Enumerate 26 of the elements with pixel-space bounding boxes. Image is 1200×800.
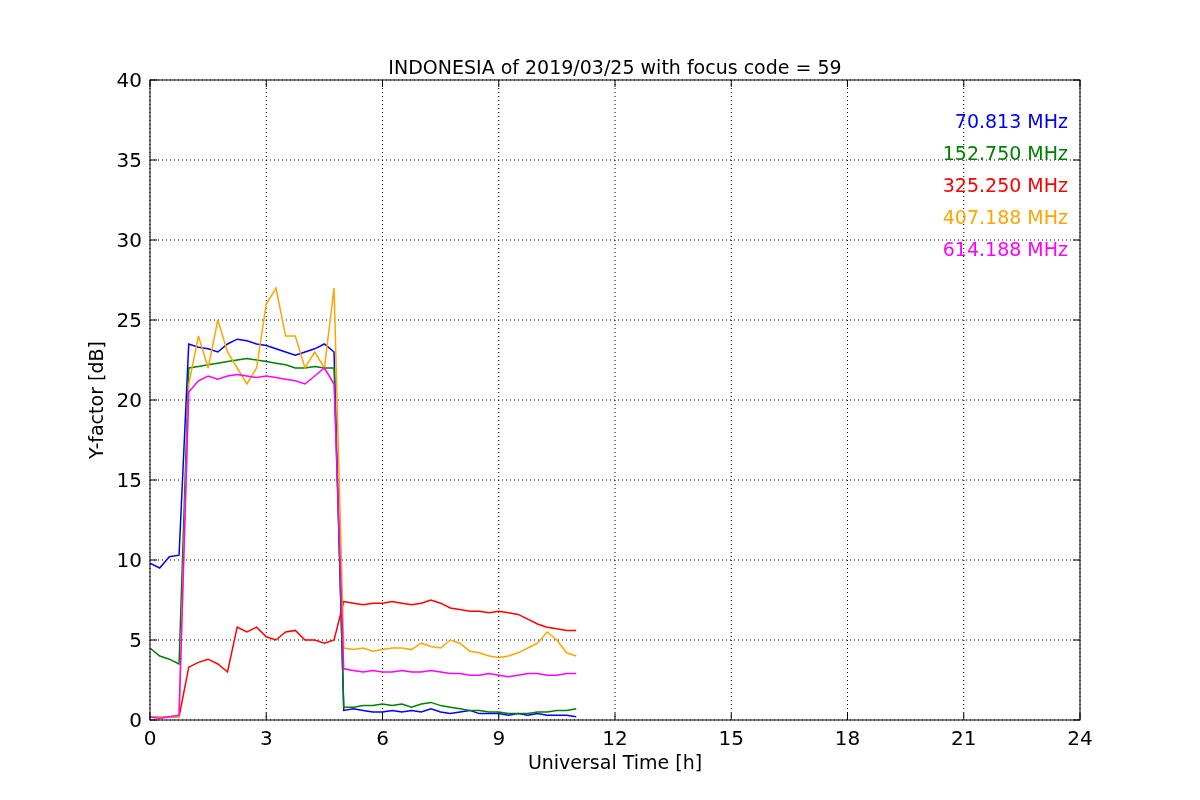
x-tick-label: 3 bbox=[259, 726, 273, 750]
y-tick-label: 35 bbox=[116, 148, 142, 172]
y-tick-label: 25 bbox=[116, 308, 142, 332]
legend-entry: 152.750 MHz bbox=[942, 142, 1068, 164]
y-axis-label: Y-factor [dB] bbox=[85, 341, 107, 459]
x-tick-label: 15 bbox=[718, 726, 744, 750]
legend-entry: 70.813 MHz bbox=[954, 110, 1068, 132]
x-tick-label: 24 bbox=[1067, 726, 1093, 750]
x-tick-label: 0 bbox=[143, 726, 157, 750]
legend-entry: 614.188 MHz bbox=[942, 238, 1068, 260]
x-tick-label: 9 bbox=[492, 726, 506, 750]
y-tick-label: 40 bbox=[116, 68, 142, 92]
chart-title: INDONESIA of 2019/03/25 with focus code = 59 bbox=[388, 56, 842, 78]
y-tick-label: 0 bbox=[129, 708, 142, 732]
x-tick-label: 21 bbox=[951, 726, 977, 750]
y-tick-label: 10 bbox=[116, 548, 142, 572]
y-tick-label: 5 bbox=[129, 628, 142, 652]
y-tick-label: 15 bbox=[116, 468, 142, 492]
x-tick-label: 18 bbox=[834, 726, 861, 750]
legend-entry: 325.250 MHz bbox=[942, 174, 1068, 196]
legend-entry: 407.188 MHz bbox=[942, 206, 1068, 228]
x-tick-label: 12 bbox=[602, 726, 628, 750]
x-axis-label: Universal Time [h] bbox=[527, 751, 703, 773]
x-tick-label: 6 bbox=[376, 726, 389, 750]
y-tick-label: 30 bbox=[116, 228, 142, 252]
y-tick-label: 20 bbox=[116, 388, 142, 412]
